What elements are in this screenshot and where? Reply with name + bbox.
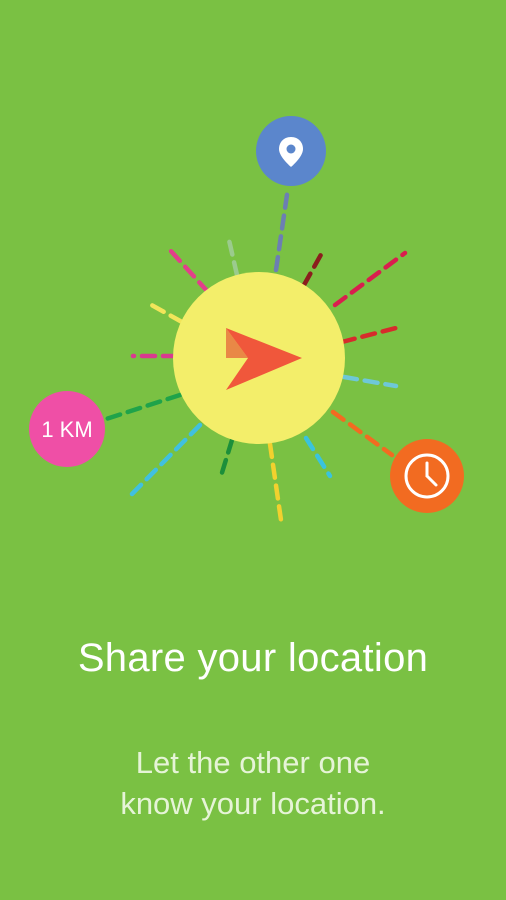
- ray: [332, 250, 408, 308]
- ray: [267, 441, 284, 523]
- ray: [301, 248, 326, 288]
- ray: [273, 185, 291, 273]
- ray: [167, 247, 211, 295]
- ray: [218, 437, 235, 479]
- ray: [339, 325, 399, 345]
- location-badge[interactable]: [256, 116, 326, 186]
- ray: [341, 374, 399, 389]
- time-badge[interactable]: [390, 439, 464, 513]
- location-illustration: 1 KM: [29, 116, 464, 523]
- ray: [330, 409, 395, 458]
- ray: [100, 392, 183, 423]
- ray: [145, 300, 185, 325]
- description-line: Let the other one: [135, 745, 371, 780]
- ray: [129, 422, 203, 497]
- ray: [226, 237, 240, 278]
- distance-label: 1 KM: [41, 417, 92, 442]
- page-description: Let the other one know your location.: [0, 742, 506, 824]
- ray: [303, 435, 333, 479]
- distance-badge[interactable]: 1 KM: [29, 391, 105, 467]
- description-line: know your location.: [120, 786, 386, 821]
- page-title: Share your location: [77, 636, 429, 680]
